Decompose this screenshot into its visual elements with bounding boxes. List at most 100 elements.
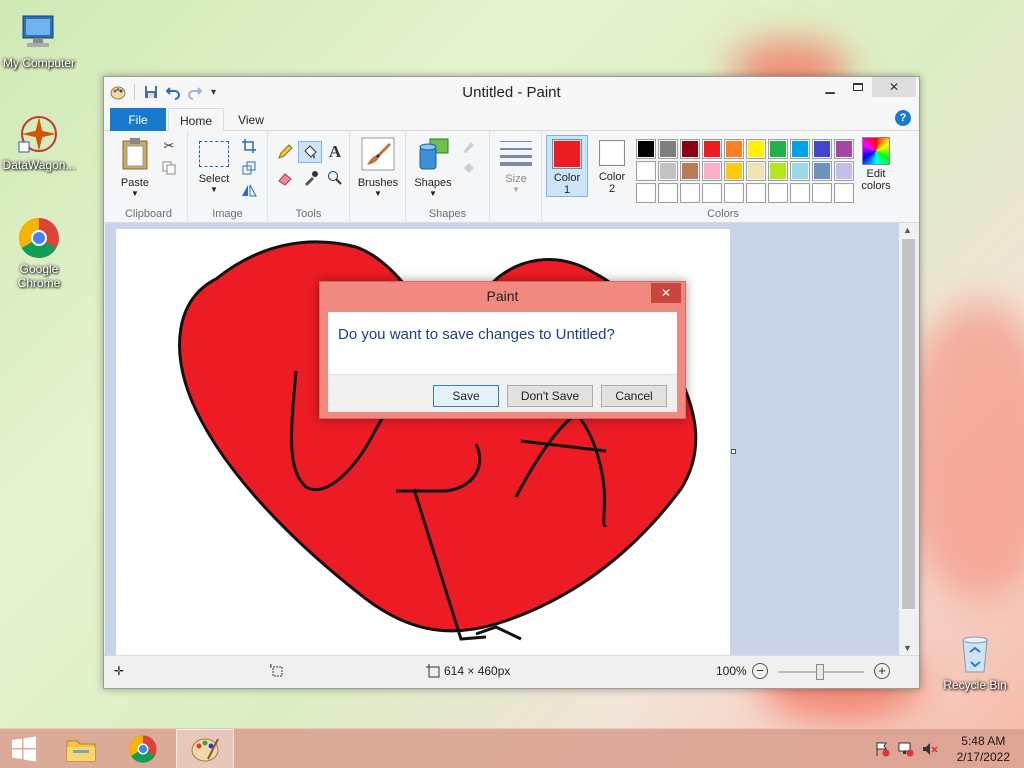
dialog-title: Paint bbox=[486, 288, 519, 304]
palette-swatch[interactable] bbox=[790, 183, 810, 203]
palette-swatch[interactable] bbox=[702, 139, 722, 159]
palette-swatch[interactable] bbox=[746, 139, 766, 159]
palette-swatch[interactable] bbox=[790, 161, 810, 181]
palette-swatch[interactable] bbox=[636, 161, 656, 181]
help-icon[interactable]: ? bbox=[895, 110, 911, 126]
palette-swatch[interactable] bbox=[724, 139, 744, 159]
maximize-icon bbox=[853, 83, 863, 91]
palette-swatch[interactable] bbox=[812, 183, 832, 203]
palette-swatch[interactable] bbox=[680, 161, 700, 181]
volume-muted-icon[interactable] bbox=[922, 741, 938, 757]
palette-swatch[interactable] bbox=[768, 139, 788, 159]
fill-icon[interactable] bbox=[298, 141, 322, 163]
close-button[interactable]: ✕ bbox=[872, 77, 916, 97]
palette-swatch[interactable] bbox=[724, 183, 744, 203]
maximize-button[interactable] bbox=[844, 77, 872, 97]
desktop-icon-google-chrome[interactable]: Google Chrome bbox=[1, 216, 77, 290]
zoom-out-icon[interactable]: − bbox=[752, 663, 768, 679]
cancel-button[interactable]: Cancel bbox=[601, 385, 667, 407]
desktop-icon-recycle-bin[interactable]: Recycle Bin bbox=[937, 632, 1013, 692]
palette-swatch[interactable] bbox=[658, 183, 678, 203]
scroll-down-icon[interactable]: ▼ bbox=[903, 643, 912, 653]
size-dropdown-icon: ▼ bbox=[512, 185, 520, 194]
palette-swatch[interactable] bbox=[658, 161, 678, 181]
desktop-icon-datawagon[interactable]: DataWagon... bbox=[1, 112, 77, 172]
palette-swatch[interactable] bbox=[680, 183, 700, 203]
crop-icon[interactable] bbox=[240, 137, 258, 155]
group-size[interactable]: Size ▼ bbox=[490, 131, 542, 223]
text-icon[interactable]: A bbox=[326, 142, 344, 161]
save-button[interactable]: Save bbox=[433, 385, 499, 407]
brushes-dropdown-icon: ▼ bbox=[374, 189, 382, 198]
dont-save-button[interactable]: Don't Save bbox=[507, 385, 593, 407]
color-picker-icon[interactable] bbox=[302, 169, 320, 187]
action-center-flag-icon[interactable] bbox=[874, 741, 890, 757]
palette-swatch[interactable] bbox=[636, 183, 656, 203]
desktop-icon-my-computer[interactable]: My Computer bbox=[1, 10, 77, 70]
pencil-icon[interactable] bbox=[276, 143, 294, 161]
taskbar-chrome[interactable] bbox=[114, 729, 172, 768]
magnifier-icon[interactable] bbox=[326, 169, 344, 187]
select-icon bbox=[199, 141, 229, 167]
shapes-icon bbox=[419, 138, 449, 170]
palette-swatch[interactable] bbox=[812, 139, 832, 159]
shape-fill-icon[interactable] bbox=[460, 159, 478, 177]
group-brushes[interactable]: Brushes ▼ bbox=[350, 131, 406, 223]
clock-time: 5:48 AM bbox=[961, 734, 1006, 748]
taskbar-file-explorer[interactable] bbox=[52, 729, 110, 768]
palette-swatch[interactable] bbox=[724, 161, 744, 181]
system-clock[interactable]: 5:48 AM 2/17/2022 bbox=[957, 733, 1010, 765]
edit-colors-label: Edit bbox=[866, 168, 886, 180]
tab-home[interactable]: Home bbox=[168, 108, 224, 132]
palette-swatch[interactable] bbox=[834, 139, 854, 159]
scrollbar-thumb[interactable] bbox=[902, 239, 915, 609]
group-label-colors: Colors bbox=[707, 208, 739, 220]
brush-icon bbox=[361, 137, 395, 171]
color2-button[interactable]: Color 2 bbox=[592, 135, 632, 195]
cursor-position-icon: ✛ bbox=[114, 664, 125, 678]
edit-colors-button[interactable]: Edit colors bbox=[856, 137, 896, 192]
title-bar[interactable]: ▾ Untitled - Paint ▁ ✕ bbox=[104, 77, 919, 107]
palette-swatch[interactable] bbox=[812, 161, 832, 181]
select-button[interactable]: Select ▼ bbox=[192, 137, 236, 194]
outline-icon[interactable] bbox=[460, 137, 478, 155]
tab-file[interactable]: File bbox=[110, 108, 166, 131]
canvas-dimensions: 614 × 460px bbox=[444, 664, 511, 678]
tab-view[interactable]: View bbox=[228, 108, 274, 132]
shapes-button[interactable]: Shapes ▼ bbox=[410, 137, 456, 198]
start-button[interactable] bbox=[0, 729, 48, 768]
status-bar: ✛ 614 × 460px 100% − + bbox=[104, 655, 919, 688]
minimize-button[interactable]: ▁ bbox=[816, 77, 844, 97]
network-icon[interactable] bbox=[898, 741, 914, 757]
zoom-slider-thumb[interactable] bbox=[816, 664, 824, 680]
palette-swatch[interactable] bbox=[746, 183, 766, 203]
dialog-close-button[interactable]: ✕ bbox=[651, 283, 681, 303]
palette-swatch[interactable] bbox=[702, 161, 722, 181]
canvas-resize-handle[interactable] bbox=[731, 449, 736, 454]
palette-swatch[interactable] bbox=[636, 139, 656, 159]
palette-swatch[interactable] bbox=[790, 139, 810, 159]
palette-swatch[interactable] bbox=[834, 161, 854, 181]
palette-swatch[interactable] bbox=[768, 183, 788, 203]
rotate-icon[interactable] bbox=[240, 181, 258, 199]
paste-button[interactable]: Paste ▼ bbox=[114, 137, 156, 198]
palette-swatch[interactable] bbox=[746, 161, 766, 181]
palette-swatch[interactable] bbox=[768, 161, 788, 181]
vertical-scrollbar[interactable]: ▲ ▼ bbox=[899, 223, 918, 655]
palette-swatch[interactable] bbox=[702, 183, 722, 203]
size-button[interactable]: Size ▼ bbox=[498, 137, 534, 194]
cut-icon[interactable]: ✂ bbox=[160, 137, 178, 155]
palette-swatch[interactable] bbox=[658, 139, 678, 159]
copy-icon[interactable] bbox=[160, 159, 178, 177]
resize-icon[interactable] bbox=[240, 159, 258, 177]
zoom-in-icon[interactable]: + bbox=[874, 663, 890, 679]
scroll-up-icon[interactable]: ▲ bbox=[903, 225, 912, 235]
color1-button[interactable]: Color 1 bbox=[546, 135, 588, 197]
eraser-icon[interactable] bbox=[276, 169, 294, 187]
palette-swatch[interactable] bbox=[680, 139, 700, 159]
brushes-button[interactable]: Brushes ▼ bbox=[354, 137, 402, 198]
taskbar-paint[interactable] bbox=[176, 729, 234, 768]
palette-swatch[interactable] bbox=[834, 183, 854, 203]
brushes-label: Brushes bbox=[357, 177, 399, 189]
taskbar: 5:48 AM 2/17/2022 bbox=[0, 728, 1024, 768]
